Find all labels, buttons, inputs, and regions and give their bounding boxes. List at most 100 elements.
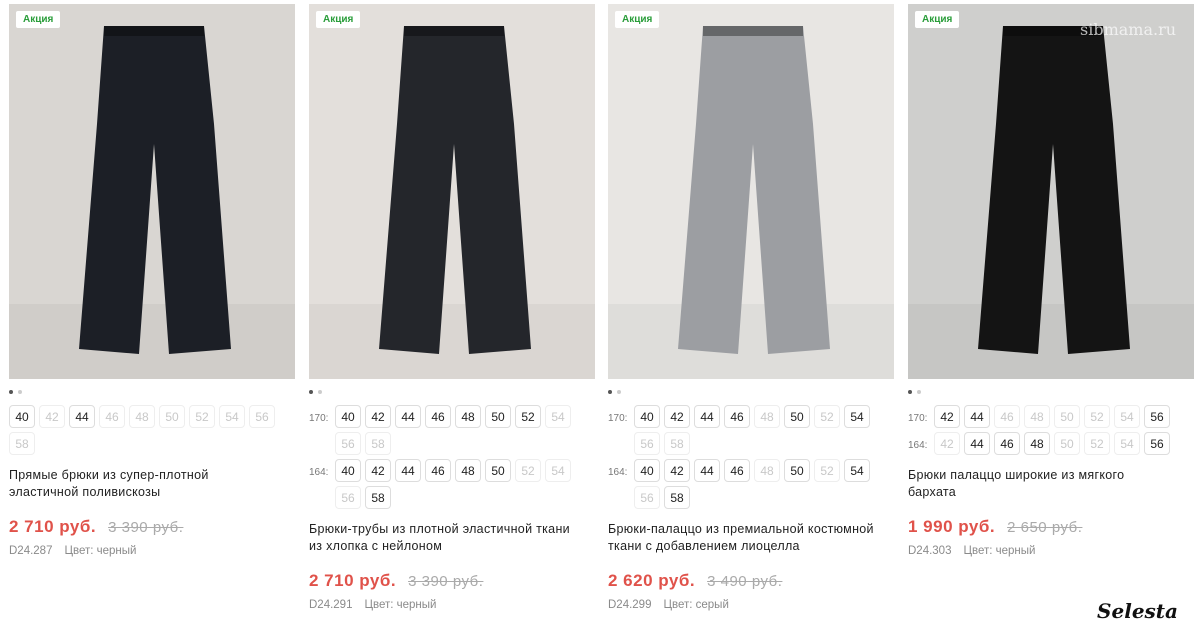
size-chip[interactable]: 40 [335,405,361,428]
size-chip[interactable]: 40 [335,459,361,482]
size-chip[interactable]: 50 [784,405,810,428]
product-photo[interactable]: Акция [309,4,595,379]
product-title[interactable]: Брюки-трубы из плотной эластичной ткани … [309,521,595,555]
size-chip[interactable]: 42 [934,405,960,428]
size-chip[interactable]: 40 [634,405,660,428]
product-photo[interactable]: Акция [9,4,295,379]
product-card[interactable]: Акция 40 42 44 46 48 50 52 54 56 58 Прямые брюки … [9,4,295,557]
carousel-dot[interactable] [9,390,13,394]
size-chip[interactable]: 42 [365,459,391,482]
title-line: бархата [908,485,957,499]
size-chip[interactable]: 56 [1144,432,1170,455]
size-chip[interactable]: 42 [664,459,690,482]
carousel-dots[interactable] [9,385,295,399]
carousel-dot[interactable] [917,390,921,394]
sale-badge: Акция [915,11,960,28]
size-chip[interactable]: 44 [395,459,421,482]
size-chip: 56 [634,486,660,509]
color-label: Цвет: черный [364,599,437,611]
size-chip: 54 [545,459,571,482]
height-label: 164: [309,467,329,478]
size-chip[interactable]: 58 [365,486,391,509]
size-chip[interactable]: 46 [994,432,1020,455]
size-chip: 56 [335,486,361,509]
product-title[interactable]: Прямые брюки из супер-плотной эластичной… [9,467,295,501]
carousel-dot[interactable] [309,390,313,394]
sku: D24.287 [9,545,53,557]
size-chip[interactable]: 42 [664,405,690,428]
height-label: 164: [908,440,928,451]
size-row: 164: 40 42 44 46 48 50 52 54 56 58 [309,459,595,509]
height-label: 170: [309,413,329,424]
size-chip[interactable]: 44 [694,459,720,482]
current-price: 2 710 руб. [9,517,97,536]
size-chip: 54 [1114,432,1140,455]
size-chips: 42 44 46 48 50 52 54 56 [934,432,1194,455]
size-chip[interactable]: 46 [724,405,750,428]
carousel-dots[interactable] [608,385,894,399]
carousel-dot[interactable] [617,390,621,394]
size-chip[interactable]: 44 [964,405,990,428]
carousel-dot[interactable] [608,390,612,394]
price-row: 1 990 руб. 2 650 руб. [908,517,1194,537]
product-card[interactable]: Акция 170: 40 42 44 46 48 50 52 54 56 58 164: 40 42 44… [309,4,595,611]
size-chip: 52 [814,459,840,482]
size-chip[interactable]: 44 [395,405,421,428]
size-chip[interactable]: 44 [69,405,95,428]
size-chip[interactable]: 44 [964,432,990,455]
size-chip: 48 [1024,405,1050,428]
size-chip[interactable]: 48 [455,459,481,482]
size-chip[interactable]: 46 [425,405,451,428]
carousel-dot[interactable] [318,390,322,394]
size-chip: 46 [99,405,125,428]
product-card[interactable]: Акция 170: 40 42 44 46 48 50 52 54 56 58 164: 40 42 44… [608,4,894,611]
photo-floor [309,304,595,379]
size-chip: 56 [634,432,660,455]
carousel-dot[interactable] [18,390,22,394]
size-chip[interactable]: 44 [694,405,720,428]
title-line: Брюки-трубы из плотной эластичной ткани [309,522,570,536]
product-image [608,4,894,379]
product-photo[interactable]: Акция [608,4,894,379]
size-chip[interactable]: 46 [724,459,750,482]
product-meta: D24.303 Цвет: черный [908,545,1194,557]
product-title[interactable]: Брюки-палаццо из премиальной костюмной т… [608,521,894,555]
size-selector: 170: 40 42 44 46 48 50 52 54 56 58 164: 40 42 44 46 48 50… [608,405,894,509]
size-chips: 40 42 44 46 48 50 52 54 56 58 [335,405,595,455]
size-chip[interactable]: 54 [844,459,870,482]
size-chip: 48 [754,459,780,482]
size-chip: 54 [545,405,571,428]
size-chip[interactable]: 48 [455,405,481,428]
size-chip[interactable]: 50 [485,459,511,482]
size-chip[interactable]: 56 [1144,405,1170,428]
size-chip[interactable]: 40 [9,405,35,428]
carousel-dots[interactable] [309,385,595,399]
title-line: ткани с добавлением лиоцелла [608,539,800,553]
size-chip[interactable]: 42 [365,405,391,428]
size-chip[interactable]: 50 [784,459,810,482]
size-chip: 58 [9,432,35,455]
product-image [9,4,295,379]
photo-floor [908,304,1194,379]
size-chip: 54 [1114,405,1140,428]
size-chip[interactable]: 50 [485,405,511,428]
carousel-dot[interactable] [908,390,912,394]
product-title[interactable]: Брюки палаццо широкие из мягкого бархата [908,467,1194,501]
size-chip[interactable]: 48 [1024,432,1050,455]
size-chip[interactable]: 40 [634,459,660,482]
size-chips: 40 42 44 46 48 50 52 54 56 58 [9,405,295,455]
price-row: 2 710 руб. 3 390 руб. [309,571,595,591]
carousel-dots[interactable] [908,385,1194,399]
sku: D24.299 [608,599,652,611]
waistband-shape [703,26,803,36]
product-card[interactable]: Акция 170: 42 44 46 48 50 52 54 56 164: 42 44 46 48 50… [908,4,1194,557]
size-chip[interactable]: 54 [844,405,870,428]
size-chip[interactable]: 46 [425,459,451,482]
product-meta: D24.299 Цвет: серый [608,599,894,611]
size-chip[interactable]: 58 [664,486,690,509]
product-photo[interactable]: Акция [908,4,1194,379]
product-image [309,4,595,379]
size-chip: 52 [515,459,541,482]
title-line: Брюки-палаццо из премиальной костюмной [608,522,874,536]
size-chip[interactable]: 52 [515,405,541,428]
